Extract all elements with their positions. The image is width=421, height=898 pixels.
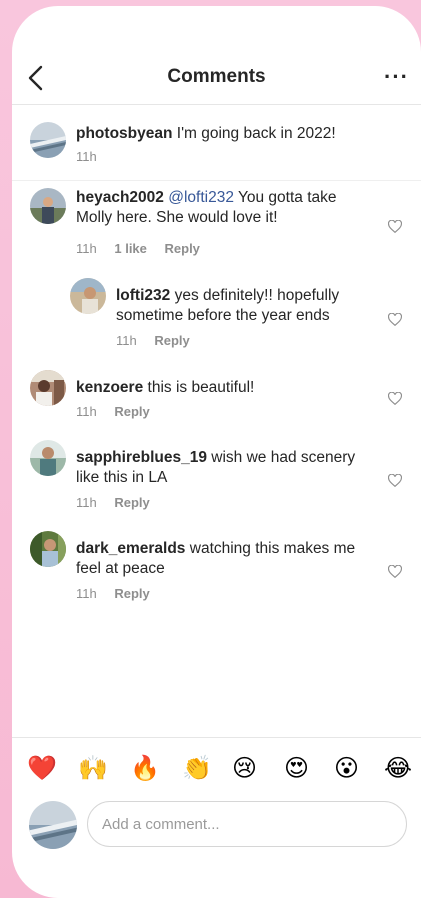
username[interactable]: lofti232	[116, 287, 170, 304]
comment-text: kenzoere this is beautiful!	[76, 378, 376, 398]
clapping-hands-emoji-button[interactable]: 👏	[182, 754, 212, 784]
header: Comments ···	[12, 6, 421, 105]
avatar[interactable]	[30, 531, 66, 567]
likes-count[interactable]: 1 like	[114, 241, 147, 256]
surprised-face-emoji-button[interactable]: 😮	[334, 754, 359, 784]
current-user-avatar	[29, 801, 77, 849]
fire-emoji-button[interactable]: 🔥	[130, 754, 160, 784]
comment-text: photosbyean I'm going back in 2022!	[76, 124, 396, 144]
reply-button[interactable]: Reply	[114, 586, 149, 601]
reply-button[interactable]: Reply	[154, 333, 189, 348]
comment-item: sapphireblues_19 wish we had scenery lik…	[12, 440, 421, 520]
comment-meta: 11h 1 like Reply	[76, 241, 214, 256]
heart-icon[interactable]	[388, 220, 402, 233]
username[interactable]: heyach2002	[76, 189, 164, 206]
add-comment-input[interactable]	[87, 801, 407, 847]
avatar[interactable]	[30, 122, 66, 158]
timestamp: 11h	[76, 404, 97, 419]
username[interactable]: sapphireblues_19	[76, 449, 207, 466]
heart-icon[interactable]	[388, 313, 402, 326]
emoji-reaction-bar: ❤️ 🙌 🔥 👏 😢 😍 😮 😂	[12, 754, 421, 788]
timestamp: 11h	[116, 333, 137, 348]
avatar[interactable]	[30, 440, 66, 476]
avatar[interactable]	[30, 370, 66, 406]
heart-eyes-emoji-button[interactable]: 😍	[284, 754, 309, 784]
avatar[interactable]	[70, 278, 106, 314]
raising-hands-emoji-button[interactable]: 🙌	[78, 754, 108, 784]
red-heart-emoji-button[interactable]: ❤️	[27, 754, 57, 784]
reply-button[interactable]: Reply	[114, 495, 149, 510]
comment-input-row	[12, 801, 421, 851]
heart-icon[interactable]	[388, 565, 402, 578]
comment-item: kenzoere this is beautiful! 11h Reply	[12, 370, 421, 430]
reply-button[interactable]: Reply	[165, 241, 200, 256]
laughing-face-emoji-button[interactable]: 😂	[384, 754, 412, 784]
comment-text: heyach2002 @lofti232 You gotta take Moll…	[76, 188, 376, 228]
comments-screen: Comments ··· photosbyean I'm going back …	[12, 6, 421, 898]
heart-icon[interactable]	[388, 474, 402, 487]
comment-item: dark_emeralds watching this makes me fee…	[12, 531, 421, 611]
comment-meta: 11h Reply	[76, 495, 164, 510]
comment-meta: 11h	[76, 149, 111, 164]
comment-meta: 11h Reply	[76, 586, 164, 601]
reply-comment-item: lofti232 yes definitely!! hopefully some…	[12, 278, 421, 356]
timestamp: 11h	[76, 241, 97, 256]
comment-text: dark_emeralds watching this makes me fee…	[76, 539, 376, 579]
comment-body: this is beautiful!	[147, 379, 255, 396]
comment-item: heyach2002 @lofti232 You gotta take Moll…	[12, 186, 421, 276]
mention-link[interactable]: @lofti232	[168, 189, 234, 206]
username[interactable]: dark_emeralds	[76, 540, 185, 557]
caption-text: I'm going back in 2022!	[176, 125, 336, 142]
comment-text: sapphireblues_19 wish we had scenery lik…	[76, 448, 376, 488]
reply-button[interactable]: Reply	[114, 404, 149, 419]
username[interactable]: photosbyean	[76, 125, 172, 142]
heart-icon[interactable]	[388, 392, 402, 405]
timestamp: 11h	[76, 586, 97, 601]
caption-comment: photosbyean I'm going back in 2022! 11h	[12, 104, 421, 181]
more-options-icon[interactable]: ···	[384, 64, 409, 90]
timestamp: 11h	[76, 495, 97, 510]
crying-face-emoji-button[interactable]: 😢	[232, 754, 257, 784]
comment-meta: 11h Reply	[76, 404, 164, 419]
comment-text: lofti232 yes definitely!! hopefully some…	[116, 286, 381, 326]
divider	[12, 737, 421, 738]
comment-meta: 11h Reply	[116, 333, 204, 348]
username[interactable]: kenzoere	[76, 379, 143, 396]
page-title: Comments	[167, 66, 266, 87]
timestamp: 11h	[76, 149, 97, 164]
avatar[interactable]	[30, 188, 66, 224]
